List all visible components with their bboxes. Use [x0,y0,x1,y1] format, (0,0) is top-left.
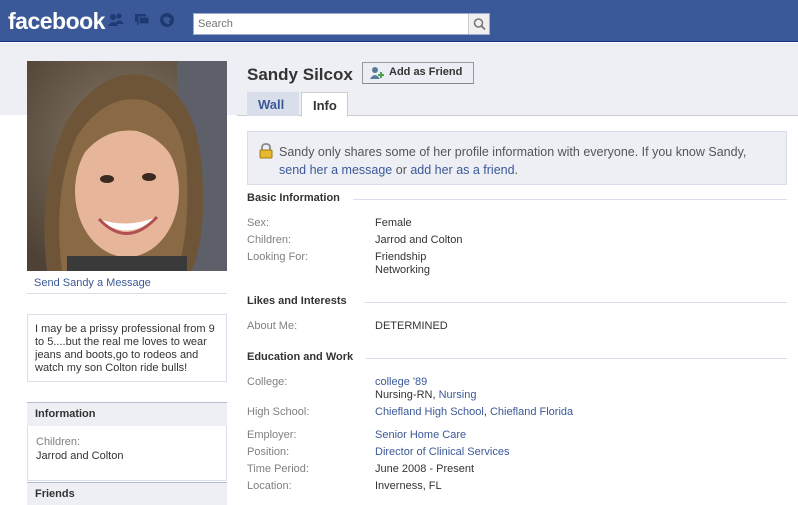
section-divider [366,358,787,359]
time-period-value: June 2008 - Present [375,463,475,475]
position-link[interactable]: Director of Clinical Services [375,446,509,458]
employer-label: Employer: [247,429,297,441]
section-divider [353,199,787,200]
looking-for-friendship: Friendship [375,251,427,263]
messages-icon[interactable] [134,12,150,28]
position-value: Director of Clinical Services [375,446,509,459]
college-degree: Nursing-RN, [375,389,439,401]
children-value: Jarrod and Colton [36,450,124,462]
college-value: college '89 Nursing-RN, Nursing [375,376,476,402]
lock-icon [259,143,273,159]
high-school-link[interactable]: Chiefland High School [375,406,484,418]
facebook-logo[interactable]: facebook [8,8,105,35]
privacy-notice: Sandy only shares some of her profile in… [247,131,787,185]
bio-box: I may be a prissy professional from 9 to… [27,314,227,382]
location-label: Location: [247,480,292,492]
search-icon [473,18,486,31]
looking-for-networking: Networking [375,264,431,276]
about-me-label: About Me: [247,320,298,332]
high-school-location-link[interactable]: Chiefland Florida [490,406,573,418]
top-bar: facebook [0,0,798,42]
children-label: Children: [247,234,292,246]
privacy-end: . [514,163,519,177]
profile-name: Sandy Silcox [247,65,353,84]
privacy-or: or [392,163,411,177]
send-message-link[interactable]: Send Sandy a Message [27,272,227,294]
likes-interests-title: Likes and Interests [247,295,347,307]
information-section: Children: Jarrod and Colton [27,426,227,481]
profile-photo-image [27,61,227,271]
looking-for-label: Looking For: [247,251,309,263]
nursing-link[interactable]: Nursing [439,389,477,401]
search-box [193,13,490,35]
about-me-value: DETERMINED [375,320,448,332]
location-value: Inverness, FL [375,480,442,492]
add-as-friend-button[interactable]: Add as Friend [362,62,474,84]
tab-wall[interactable]: Wall [247,92,299,116]
employer-value: Senior Home Care [375,429,466,442]
search-button[interactable] [468,14,489,34]
college-link[interactable]: college '89 [375,376,476,389]
send-her-message-link[interactable]: send her a message [279,163,392,177]
children-value: Jarrod and Colton [375,234,463,246]
education-work-title: Education and Work [247,351,354,363]
add-her-friend-link[interactable]: add her as a friend [410,163,514,177]
friends-section-title[interactable]: Friends [27,482,227,505]
sex-value: Female [375,217,412,229]
add-as-friend-label: Add as Friend [389,66,463,78]
position-label: Position: [247,446,290,458]
friend-requests-icon[interactable] [108,12,124,28]
employer-link[interactable]: Senior Home Care [375,429,466,441]
add-friend-icon [370,67,384,79]
notifications-icon[interactable] [159,12,175,28]
section-divider [364,302,787,303]
high-school-value: Chiefland High School, Chiefland Florida [375,406,573,419]
children-label: Children: [36,436,81,448]
time-period-label: Time Period: [247,463,309,475]
college-label: College: [247,376,288,388]
looking-for-value: Friendship Networking [375,251,430,277]
privacy-text: Sandy only shares some of her profile in… [279,145,747,159]
tab-info[interactable]: Info [301,92,348,117]
sex-label: Sex: [247,217,270,229]
profile-picture[interactable] [27,61,227,271]
high-school-label: High School: [247,406,310,418]
search-input[interactable] [194,14,468,34]
information-section-title: Information [27,402,227,426]
basic-information-title: Basic Information [247,192,340,204]
